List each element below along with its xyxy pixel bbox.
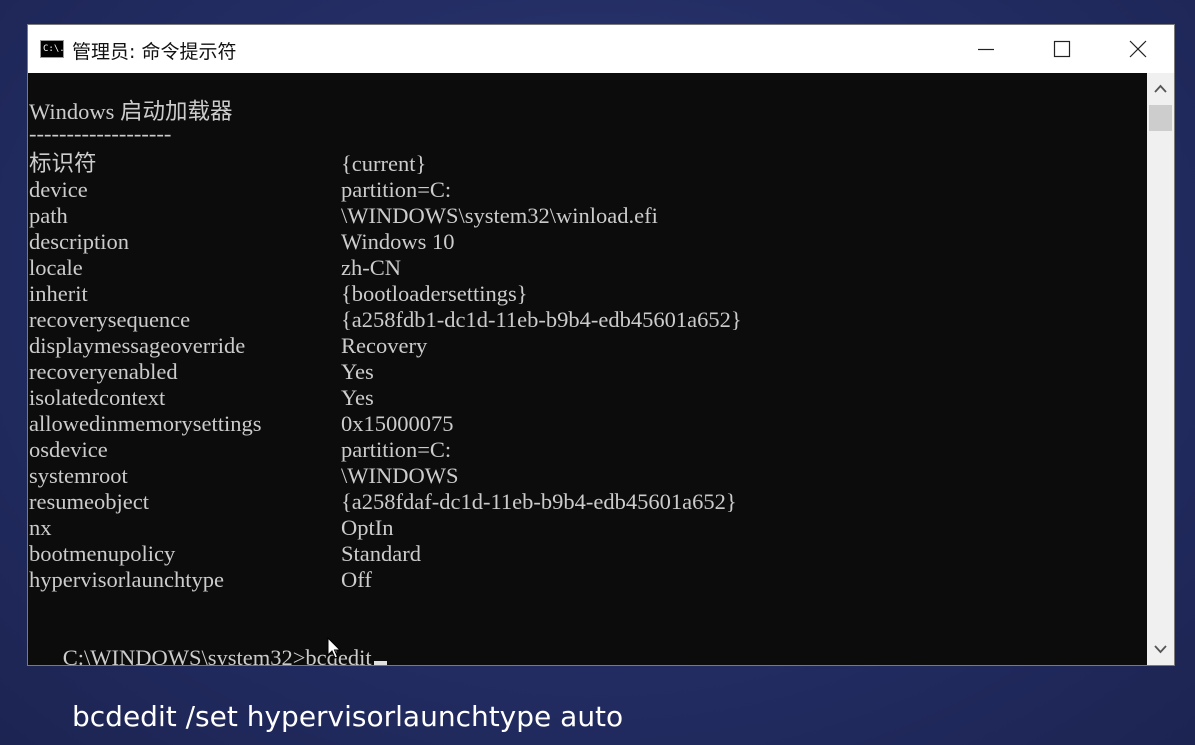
boot-entry-row: 标识符 {current} [29, 151, 1129, 177]
close-button[interactable] [1102, 25, 1174, 73]
boot-entry-value: partition=C: [341, 437, 452, 462]
console-output[interactable]: Windows 启动加载器 ------------------- 标识符 {cu… [28, 73, 1147, 665]
boot-entry-value: \WINDOWS [341, 463, 459, 488]
boot-entry-value: partition=C: [341, 177, 452, 202]
close-icon [1129, 40, 1147, 58]
boot-entry-row: hypervisorlaunchtype Off [29, 567, 1129, 593]
boot-entry-value: Standard [341, 541, 421, 566]
boot-entry-key: allowedinmemorysettings [29, 411, 262, 436]
boot-entry-key: displaymessageoverride [29, 333, 246, 358]
boot-entry-row: device partition=C: [29, 177, 1129, 203]
boot-entry-row: recoveryenabled Yes [29, 359, 1129, 385]
title-bar[interactable]: C:\. 管理员: 命令提示符 [28, 25, 1174, 73]
boot-entry-key: 标识符 [29, 151, 97, 176]
minimize-button[interactable] [950, 25, 1022, 73]
boot-entry-key: description [29, 229, 129, 254]
boot-entry-value: Off [341, 567, 372, 592]
boot-entry-key: path [29, 203, 68, 228]
maximize-button[interactable] [1026, 25, 1098, 73]
command-prompt-text: C:\WINDOWS\system32>bcdedit [62, 645, 372, 665]
boot-entry-key: recoverysequence [29, 307, 191, 332]
cmd-window[interactable]: C:\. 管理员: 命令提示符 Windows 启动加载器 ----------… [27, 24, 1175, 666]
boot-entry-row: systemroot \WINDOWS [29, 463, 1129, 489]
scroll-thumb[interactable] [1149, 105, 1172, 131]
boot-entry-row: path \WINDOWS\system32\winload.efi [29, 203, 1129, 229]
boot-entry-key: hypervisorlaunchtype [29, 567, 224, 592]
boot-entry-key: isolatedcontext [29, 385, 166, 410]
boot-entry-value: \WINDOWS\system32\winload.efi [341, 203, 658, 228]
boot-entry-value: {a258fdb1-dc1d-11eb-b9b4-edb45601a652} [341, 307, 742, 332]
boot-entry-value: {bootloadersettings} [341, 281, 528, 306]
boot-entry-key: recoveryenabled [29, 359, 178, 384]
boot-entry-row: osdevice partition=C: [29, 437, 1129, 463]
boot-entry-key: locale [29, 255, 83, 280]
boot-entry-row: nx OptIn [29, 515, 1129, 541]
boot-entry-row: locale zh-CN [29, 255, 1129, 281]
boot-entry-key: inherit [29, 281, 88, 306]
chevron-up-icon [1154, 84, 1167, 93]
window-title: 管理员: 命令提示符 [72, 41, 237, 63]
boot-entry-key: bootmenupolicy [29, 541, 176, 566]
boot-entry-row: inherit {bootloadersettings} [29, 281, 1129, 307]
boot-entry-row: description Windows 10 [29, 229, 1129, 255]
vertical-scrollbar[interactable] [1147, 73, 1174, 665]
maximize-icon [1053, 40, 1071, 58]
boot-entry-row: allowedinmemorysettings 0x15000075 [29, 411, 1129, 437]
text-cursor [373, 661, 387, 665]
background-ghost-text [470, 4, 720, 20]
minimize-icon [978, 48, 994, 51]
boot-entry-row: isolatedcontext Yes [29, 385, 1129, 411]
boot-entry-value: Recovery [341, 333, 428, 358]
mouse-pointer-icon [327, 637, 342, 659]
scroll-up-button[interactable] [1147, 73, 1174, 103]
boot-entry-value: {current} [341, 151, 427, 176]
boot-entry-value: Yes [341, 359, 374, 384]
boot-entry-key: osdevice [29, 437, 108, 462]
boot-entry-key: nx [29, 515, 52, 540]
boot-entry-key: device [29, 177, 88, 202]
boot-entry-key: resumeobject [29, 489, 149, 514]
boot-entry-value: zh-CN [341, 255, 401, 280]
boot-entry-row: resumeobject {a258fdaf-dc1d-11eb-b9b4-edb… [29, 489, 1129, 515]
boot-entry-row: recoverysequence {a258fdb1-dc1d-11eb-b9b4… [29, 307, 1129, 333]
boot-entry-row: bootmenupolicy Standard [29, 541, 1129, 567]
boot-entry-value: Windows 10 [341, 229, 455, 254]
boot-entry-key: systemroot [29, 463, 128, 488]
boot-entry-row: displaymessageoverride Recovery [29, 333, 1129, 359]
boot-entry-value: Yes [341, 385, 374, 410]
chevron-down-icon [1154, 645, 1167, 654]
cmd-icon: C:\. [40, 40, 64, 58]
console-separator: ------------------- [29, 121, 172, 146]
caption-text: bcdedit /set hypervisorlaunchtype auto [72, 700, 624, 733]
boot-entry-value: {a258fdaf-dc1d-11eb-b9b4-edb45601a652} [341, 489, 737, 514]
scroll-down-button[interactable] [1147, 635, 1174, 665]
boot-entry-value: OptIn [341, 515, 394, 540]
boot-entry-value: 0x15000075 [341, 411, 454, 436]
